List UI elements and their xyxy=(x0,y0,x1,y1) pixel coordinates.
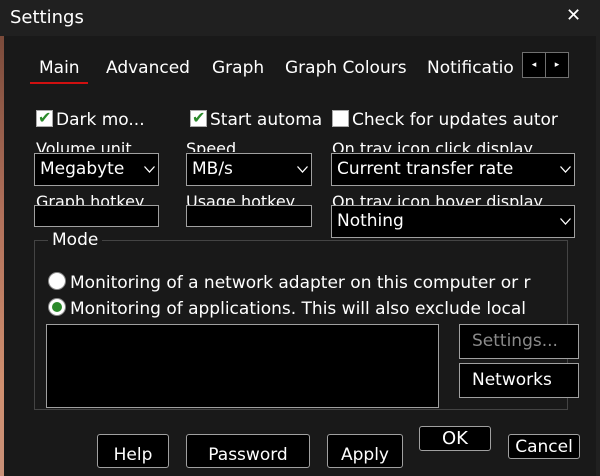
volume-unit-dropdown[interactable]: Megabyte xyxy=(34,153,159,186)
selected-tab-indicator xyxy=(30,82,88,84)
check-updates-label: Check for updates autor xyxy=(352,110,558,130)
tab-notifications[interactable]: Notificatio xyxy=(427,58,523,78)
speed-value: MB/s xyxy=(192,159,233,179)
speed-dropdown[interactable]: MB/s xyxy=(186,153,312,186)
close-icon[interactable]: ✕ xyxy=(566,6,581,26)
tray-click-value: Current transfer rate xyxy=(337,159,514,179)
volume-unit-value: Megabyte xyxy=(40,159,125,179)
volume-unit-label: Volume unit xyxy=(36,139,132,152)
networks-button[interactable]: Networks xyxy=(459,363,579,398)
tab-graph[interactable]: Graph xyxy=(212,58,264,78)
graph-hotkey-input[interactable] xyxy=(34,205,159,227)
mode-network-adapter-label: Monitoring of a network adapter on this … xyxy=(70,273,531,293)
settings-panel: Main Advanced Graph Graph Colours Notifi… xyxy=(4,36,596,476)
tab-scroll-right-icon[interactable]: ▸ xyxy=(545,52,569,78)
title-bar[interactable]: Settings ✕ xyxy=(0,0,600,36)
chevron-down-icon xyxy=(140,154,158,185)
radio-selected-icon xyxy=(48,298,66,316)
start-automatically-label: Start automa xyxy=(210,110,323,130)
tray-hover-value: Nothing xyxy=(337,211,404,231)
check-updates-checkbox[interactable]: Check for updates autor xyxy=(332,110,579,132)
start-automatically-checkbox[interactable]: ✔ Start automa xyxy=(190,110,332,132)
checkbox-checked-icon: ✔ xyxy=(190,110,207,127)
ok-button[interactable]: OK xyxy=(419,426,491,451)
tab-scroll-left-icon[interactable]: ◂ xyxy=(522,52,546,78)
tray-click-label: On tray icon click display xyxy=(332,139,533,152)
applications-list[interactable] xyxy=(46,324,439,408)
chevron-down-icon xyxy=(556,154,574,185)
mode-applications-label: Monitoring of applications. This will al… xyxy=(70,299,526,319)
help-button[interactable]: Help xyxy=(97,434,169,468)
tab-main[interactable]: Main xyxy=(39,58,80,78)
graph-hotkey-label: Graph hotkey xyxy=(36,192,145,205)
usage-hotkey-label: Usage hotkey xyxy=(186,192,296,205)
apply-button[interactable]: Apply xyxy=(327,434,403,468)
tray-hover-dropdown[interactable]: Nothing xyxy=(331,205,575,238)
password-button[interactable]: Password xyxy=(186,434,310,468)
settings-button[interactable]: Settings... xyxy=(459,324,579,359)
dark-mode-label: Dark mo... xyxy=(56,110,145,130)
mode-network-adapter-radio[interactable]: Monitoring of a network adapter on this … xyxy=(48,272,568,293)
checkbox-unchecked-icon xyxy=(332,110,349,127)
tab-graph-colours[interactable]: Graph Colours xyxy=(285,58,407,78)
cancel-button[interactable]: Cancel xyxy=(508,434,580,459)
tray-hover-label: On tray icon hover display xyxy=(332,192,544,205)
mode-group-title: Mode xyxy=(48,230,103,250)
checkbox-checked-icon: ✔ xyxy=(36,110,53,127)
chevron-down-icon xyxy=(293,154,311,185)
mode-applications-radio[interactable]: Monitoring of applications. This will al… xyxy=(48,298,568,319)
radio-unselected-icon xyxy=(48,272,66,290)
tray-click-dropdown[interactable]: Current transfer rate xyxy=(331,153,575,186)
dark-mode-checkbox[interactable]: ✔ Dark mo... xyxy=(36,110,158,132)
tab-advanced[interactable]: Advanced xyxy=(106,58,190,78)
chevron-down-icon xyxy=(556,206,574,237)
settings-window: Settings ✕ Main Advanced Graph Graph Col… xyxy=(0,0,600,476)
window-title: Settings xyxy=(10,7,84,28)
usage-hotkey-input[interactable] xyxy=(186,205,312,227)
speed-label: Speed xyxy=(186,139,237,152)
